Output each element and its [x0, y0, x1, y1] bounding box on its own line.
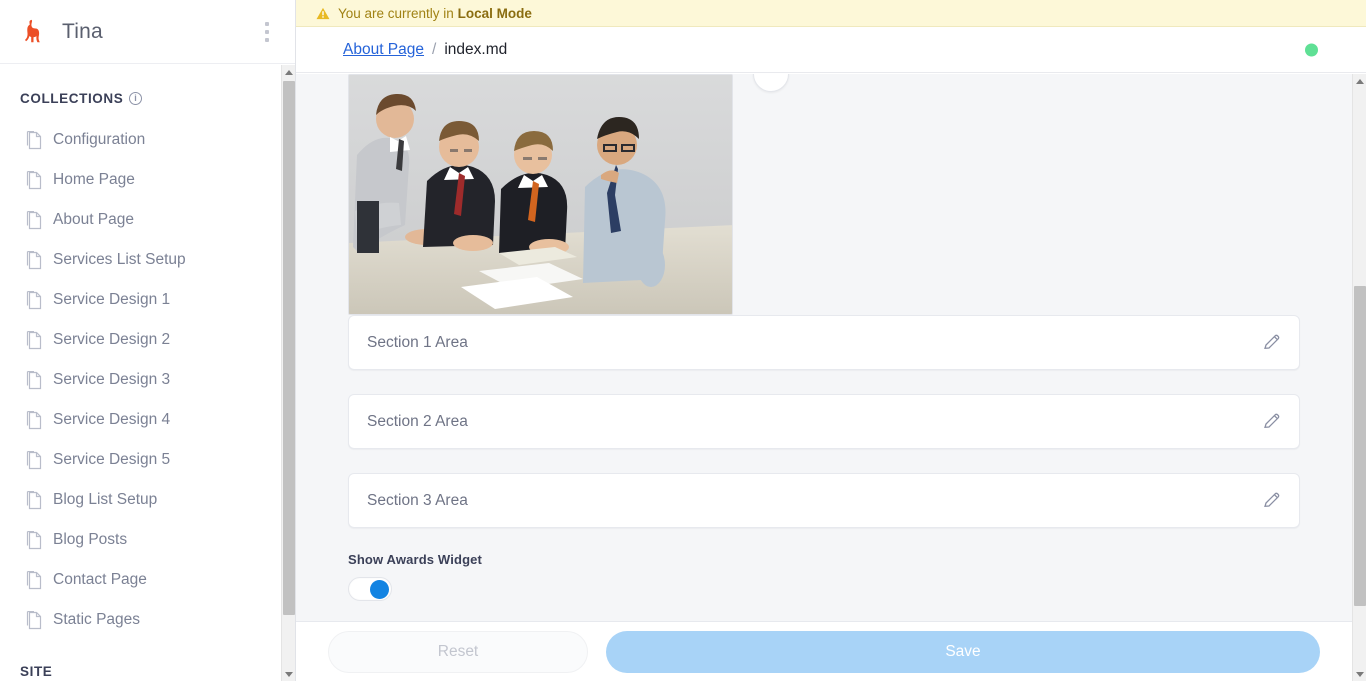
sidebar-item-label: Home Page [53, 171, 135, 188]
file-icon [26, 530, 42, 549]
hero-image-field [348, 74, 1300, 315]
file-icon [26, 610, 42, 629]
sidebar-item-label: About Page [53, 211, 135, 228]
sidebar-item-label: Blog Posts [53, 531, 128, 548]
file-icon [26, 210, 42, 229]
collections-list: Configuration Home Page About Page Services… [0, 120, 295, 640]
sidebar-item-service-design-3[interactable]: Service Design 3 [0, 360, 295, 400]
sidebar-item-static-pages[interactable]: Static Pages [0, 600, 295, 640]
pencil-icon[interactable] [1262, 333, 1281, 352]
section-field-row[interactable]: Section 1 Area [348, 315, 1300, 370]
sidebar-item-service-design-2[interactable]: Service Design 2 [0, 320, 295, 360]
breadcrumb-parent-link[interactable]: About Page [343, 41, 424, 59]
llama-logo-icon [18, 15, 52, 49]
breadcrumb-current-file: index.md [444, 40, 508, 58]
status-indicator-dot [1305, 43, 1318, 56]
sidebar-scroll-up-icon[interactable] [282, 65, 295, 79]
form-scroll-area: Section 1 Area Section 2 Area Section 3 Ar… [296, 74, 1352, 621]
sidebar-item-label: Configuration [53, 131, 146, 148]
show-awards-widget-field: Show Awards Widget [348, 552, 1300, 621]
sidebar-scrollbar[interactable] [281, 65, 295, 681]
section-field-label: Section 2 Area [367, 412, 468, 430]
sidebar-nav-scroll: COLLECTIONS i Configuration Home Page Abou… [0, 65, 295, 681]
info-icon[interactable]: i [129, 92, 143, 105]
local-mode-banner: You are currently in Local Mode [296, 0, 1366, 27]
file-icon [26, 570, 42, 589]
section-field-row[interactable]: Section 3 Area [348, 473, 1300, 528]
sidebar-item-label: Blog List Setup [53, 491, 158, 508]
main-panel: You are currently in Local Mode About Pa… [296, 0, 1366, 681]
sidebar-item-label: Service Design 1 [53, 291, 171, 308]
breadcrumb: About Page / index.md [296, 27, 1366, 73]
sidebar-item-label: Static Pages [53, 611, 141, 628]
section-field-label: Section 3 Area [367, 491, 468, 509]
hero-image[interactable] [348, 74, 733, 315]
sidebar-scrollbar-thumb[interactable] [283, 81, 295, 615]
main-scroll-down-icon[interactable] [1353, 667, 1366, 681]
sidebar-item-service-design-5[interactable]: Service Design 5 [0, 440, 295, 480]
sidebar-item-label: Contact Page [53, 571, 147, 588]
sidebar-item-label: Service Design 2 [53, 331, 171, 348]
form-actions-footer: Reset Save [296, 621, 1352, 681]
file-icon [26, 170, 42, 189]
pencil-icon[interactable] [1262, 491, 1281, 510]
sidebar-item-label: Services List Setup [53, 251, 186, 268]
file-icon [26, 410, 42, 429]
sidebar-item-service-design-4[interactable]: Service Design 4 [0, 400, 295, 440]
main-scrollbar[interactable] [1352, 74, 1366, 681]
file-icon [26, 130, 42, 149]
show-awards-widget-label: Show Awards Widget [348, 552, 483, 567]
main-scrollbar-thumb[interactable] [1354, 286, 1366, 606]
warning-triangle-icon [316, 7, 330, 19]
sidebar-item-label: Service Design 3 [53, 371, 171, 388]
sidebar-item-blog-list-setup[interactable]: Blog List Setup [0, 480, 295, 520]
local-mode-text: You are currently in Local Mode [338, 6, 532, 21]
sidebar-item-services-list-setup[interactable]: Services List Setup [0, 240, 295, 280]
site-header-label: SITE [20, 664, 53, 679]
toggle-knob [370, 580, 389, 599]
sidebar-item-blog-posts[interactable]: Blog Posts [0, 520, 295, 560]
sidebar-item-configuration[interactable]: Configuration [0, 120, 295, 160]
sidebar-item-home-page[interactable]: Home Page [0, 160, 295, 200]
sidebar-scroll-down-icon[interactable] [282, 667, 295, 681]
sidebar: Tina COLLECTIONS i Configuration Home Pag… [0, 0, 296, 681]
sidebar-header: Tina [0, 0, 295, 64]
file-icon [26, 370, 42, 389]
sidebar-item-label: Service Design 4 [53, 411, 171, 428]
collections-header: COLLECTIONS i [0, 91, 295, 106]
section-fields-list: Section 1 Area Section 2 Area Section 3 Ar… [348, 315, 1300, 528]
section-field-row[interactable]: Section 2 Area [348, 394, 1300, 449]
show-awards-widget-toggle[interactable] [348, 577, 392, 601]
sidebar-item-label: Service Design 5 [53, 451, 171, 468]
brand-title: Tina [62, 19, 103, 43]
file-icon [26, 290, 42, 309]
local-mode-prefix: You are currently in [338, 5, 458, 21]
tina-cms-window: Tina COLLECTIONS i Configuration Home Pag… [0, 0, 1366, 681]
sidebar-item-service-design-1[interactable]: Service Design 1 [0, 280, 295, 320]
hero-image-action-button[interactable] [753, 74, 789, 92]
collections-header-label: COLLECTIONS [20, 91, 124, 106]
breadcrumb-separator: / [432, 40, 437, 58]
sidebar-item-about-page[interactable]: About Page [0, 200, 295, 240]
reset-button[interactable]: Reset [328, 630, 588, 673]
kebab-menu-icon[interactable] [255, 18, 279, 46]
file-icon [26, 330, 42, 349]
sidebar-item-contact-page[interactable]: Contact Page [0, 560, 295, 600]
form-fields: Section 1 Area Section 2 Area Section 3 Ar… [296, 74, 1352, 621]
save-button[interactable]: Save [606, 630, 1320, 673]
section-field-label: Section 1 Area [367, 333, 468, 351]
main-scroll-up-icon[interactable] [1353, 74, 1366, 88]
file-icon [26, 250, 42, 269]
pencil-icon[interactable] [1262, 412, 1281, 431]
site-header: SITE [0, 664, 295, 679]
local-mode-value: Local Mode [457, 5, 532, 21]
file-icon [26, 450, 42, 469]
file-icon [26, 490, 42, 509]
